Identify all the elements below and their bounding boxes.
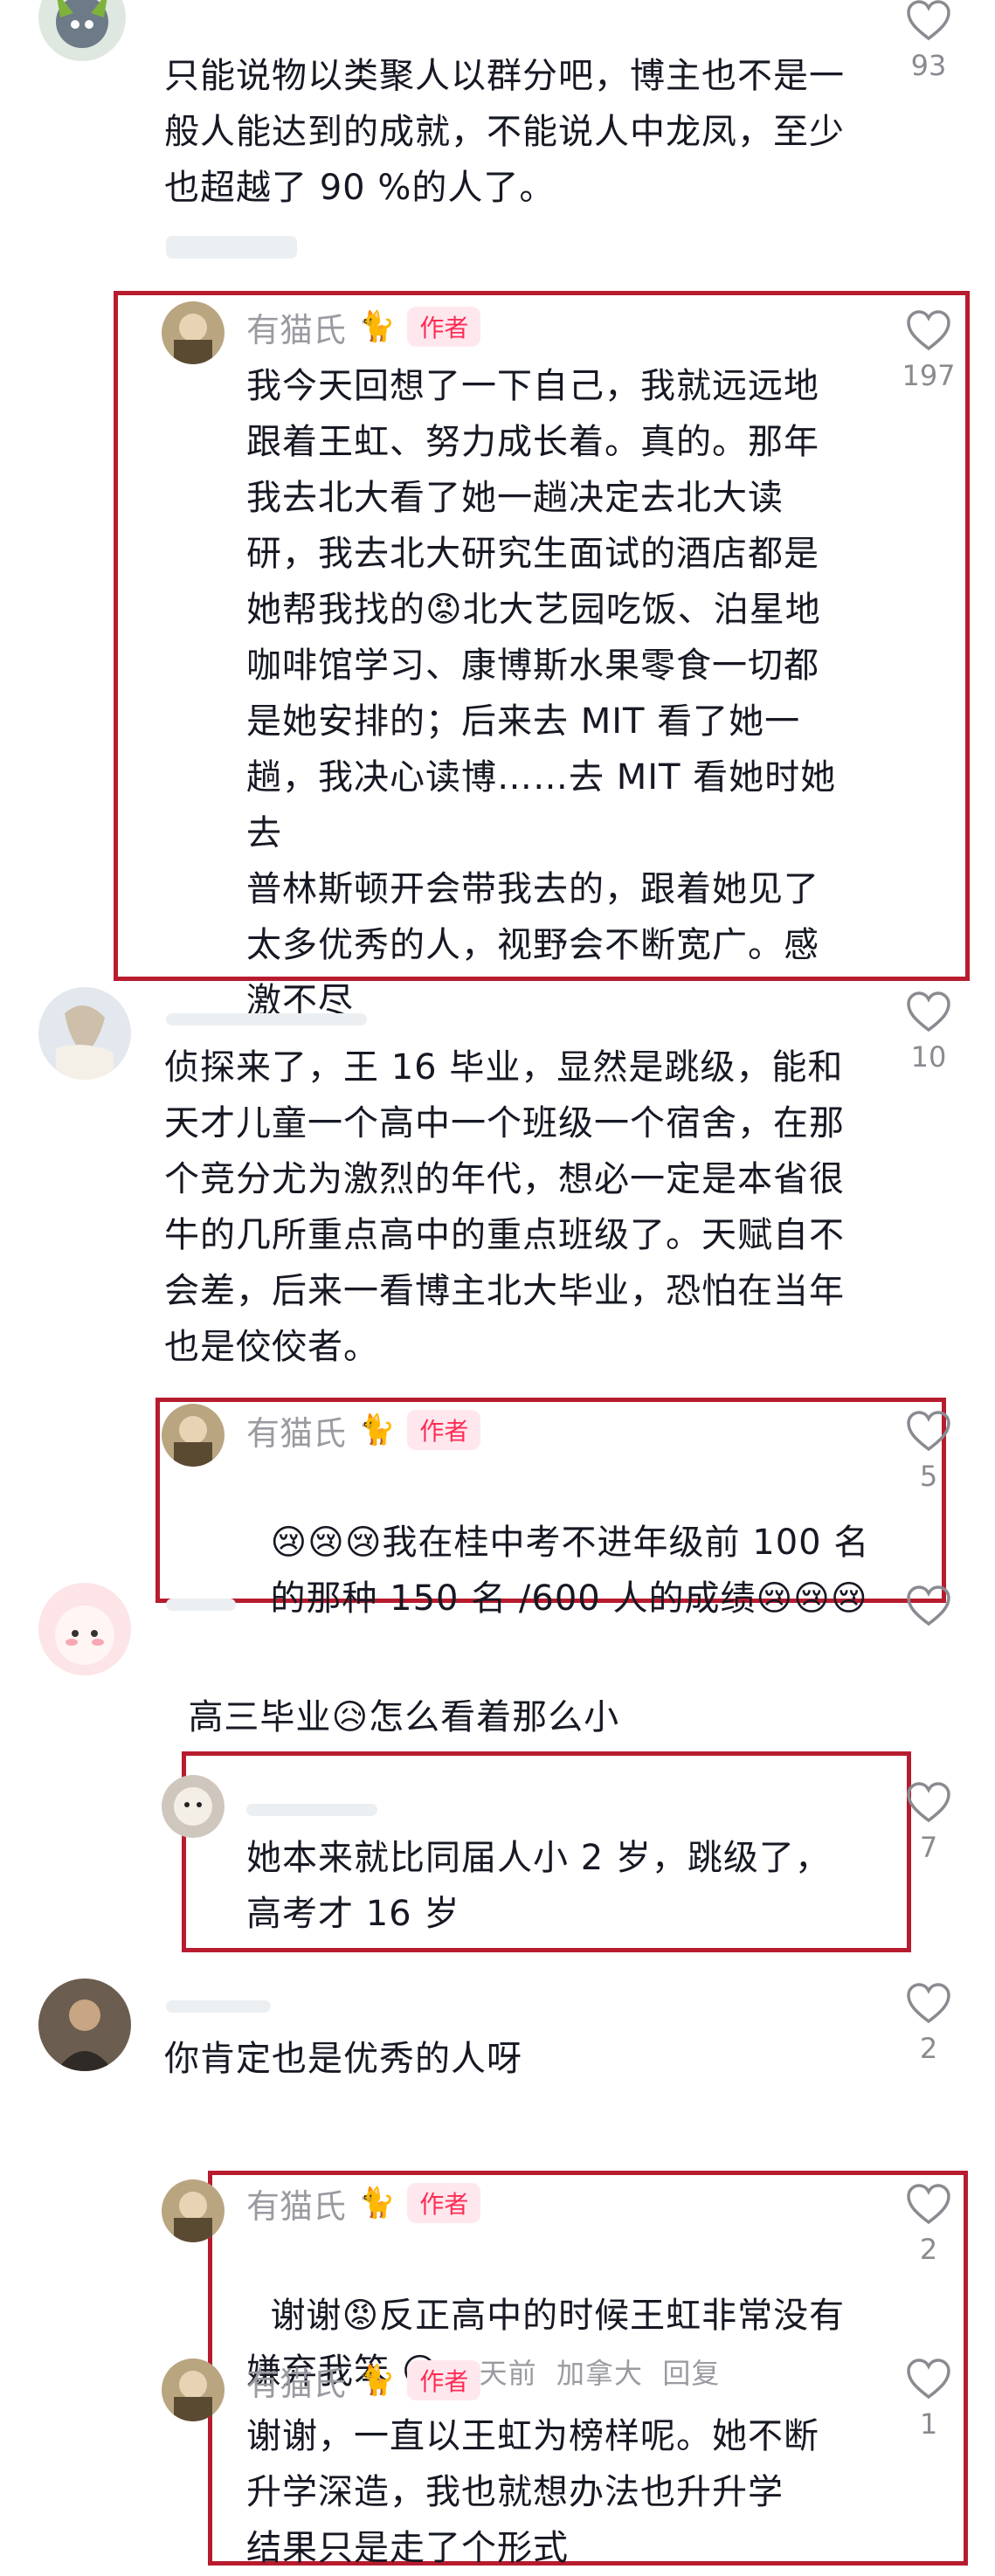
cat-emoji: 🐈 [358,1412,396,1447]
comment-text-prefix: 谢谢 [270,2296,342,2336]
heart-outline-icon [907,1585,950,1626]
like-button[interactable] [898,1585,959,1627]
avatar[interactable] [162,2179,225,2242]
comment-text: 你肯定也是优秀的人呀 [164,2039,522,2079]
username-row: 有猫氏 🐈 作者 [246,1406,481,1454]
like-count: 5 [919,1460,938,1493]
avatar[interactable] [162,1775,225,1838]
comment-text: 她本来就比同届人小 2 岁，跳级了， 高考才 16 岁 [246,1838,831,1934]
like-count: 93 [910,49,947,82]
username[interactable]: 有猫氏 [246,2357,346,2405]
avatar[interactable] [162,2358,225,2421]
cat-emoji: 🐈 [358,2186,396,2220]
heart-outline-icon [907,0,950,41]
username[interactable]: 有猫氏 [246,2179,346,2227]
avatar[interactable] [38,1583,131,1675]
blurred-username [246,1804,377,1816]
sweat-face-emoji: 😥 [331,1697,370,1737]
like-button[interactable]: 10 [898,991,959,1074]
comment-meta[interactable]: 6 天前 加拿大 回复 [451,2357,720,2390]
author-badge: 作者 [407,1410,481,1450]
username[interactable]: 有猫氏 [246,1406,346,1454]
like-button[interactable]: 197 [898,310,959,392]
comment-text: 高三毕业😥怎么看着那么小 [164,1633,898,1745]
blurred-sticker [166,236,297,259]
comment-text-prefix: 高三毕业 [188,1697,332,1737]
username-row: 有猫氏 🐈 作者 [246,303,481,351]
comment-text: 只能说物以类聚人以群分吧，博主也不是一 般人能达到的成就，不能说人中龙凤，至少 … [164,56,845,208]
comment-text: 侦探来了，王 16 毕业，显然是跳级，能和 天才儿童一个高中一个班级一个宿舍，在… [164,1047,845,1367]
crying-face-emoji: 😢😢😢 [756,1578,868,1619]
like-button[interactable]: 93 [898,0,959,82]
avatar[interactable] [38,987,131,1080]
cat-emoji: 🐈 [358,309,396,344]
like-count: 2 [919,2032,938,2065]
like-count: 2 [919,2233,938,2266]
avatar[interactable] [38,1979,131,2071]
comment-text-line2: 的那种 150 名 /600 人的成绩 [270,1578,757,1619]
heart-outline-icon [907,1782,950,1823]
heart-outline-icon [907,1411,950,1452]
blurred-username [166,1013,367,1026]
author-badge: 作者 [407,2360,481,2400]
avatar[interactable] [38,0,126,61]
comment-text: 我今天回想了一下自己，我就远远地 跟着王虹、努力成长着。真的。那年 我去北大看了… [246,366,837,1021]
like-count: 10 [910,1040,947,1074]
author-badge: 作者 [407,2183,481,2223]
avatar[interactable] [162,301,225,364]
heart-outline-icon [907,2184,950,2225]
cat-emoji: 🐈 [358,2363,396,2398]
avatar[interactable] [162,1404,225,1467]
blurred-username [166,2000,271,2013]
blurred-username [166,1599,236,1611]
comment-text: 谢谢，一直以王虹为榜样呢。她不断 升学深造，我也就想办法也升升学 结果只是走了个… [246,2416,819,2568]
username[interactable]: 有猫氏 [246,303,346,351]
like-count: 7 [919,1831,938,1864]
comment-text-rest: 怎么看着那么小 [369,1697,620,1737]
heart-outline-icon [907,991,950,1032]
like-button[interactable]: 5 [898,1411,959,1493]
heart-outline-icon [907,310,950,351]
heart-outline-icon [907,2358,950,2400]
like-button[interactable]: 7 [898,1782,959,1864]
author-badge: 作者 [407,307,481,347]
angry-face-emoji: 😡 [342,2296,380,2336]
username-row: 有猫氏 🐈 作者 [246,2357,481,2405]
like-button[interactable]: 1 [898,2358,959,2441]
like-button[interactable]: 2 [898,1983,959,2065]
like-button[interactable]: 2 [898,2184,959,2266]
like-count: 1 [919,2407,938,2441]
username-row: 有猫氏 🐈 作者 [246,2179,481,2227]
like-count: 197 [902,359,956,392]
heart-outline-icon [907,1983,950,2024]
comment-text: 的那种 150 名 /600 人的成绩😢😢😢 [246,1515,875,1626]
